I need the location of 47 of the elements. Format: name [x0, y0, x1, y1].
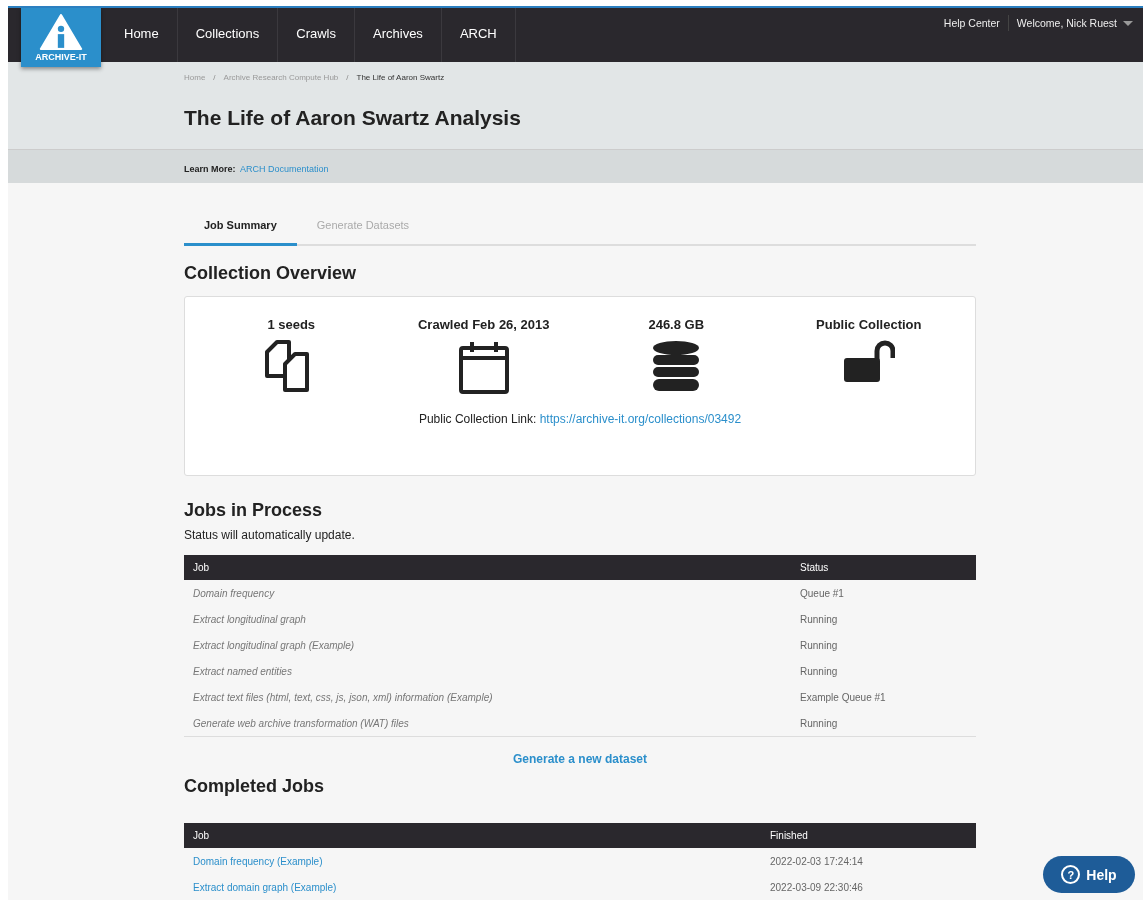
help-icon: ?	[1061, 865, 1081, 884]
table-cell: Generate web archive transformation (WAT) files	[193, 717, 409, 729]
breadcrumb-separator: /	[213, 73, 216, 82]
archive-it-logo[interactable]: ARCHIVE-IT	[21, 8, 101, 67]
table-cell: Extract text files (html, text, css, js, json, xml) information (Example)	[193, 691, 493, 703]
status-note: Status will automatically update.	[184, 528, 356, 542]
caret-icon	[1123, 20, 1133, 26]
column-header: Status	[791, 555, 976, 580]
table-cell: Running	[800, 639, 838, 651]
help-button[interactable]: ? Help	[1043, 856, 1135, 893]
column-header: Finished	[761, 823, 976, 848]
breadcrumb-separator: /	[346, 73, 349, 82]
section-heading: Completed Jobs	[184, 776, 326, 797]
tab[interactable]: Job Summary	[184, 213, 297, 246]
collection-link[interactable]: https://archive-it.org/collections/03492	[539, 412, 742, 426]
user-menu[interactable]: Welcome, Nick Ruest	[1007, 15, 1143, 31]
table-cell: Extract named entities	[193, 665, 292, 677]
table-cell: Running	[800, 717, 838, 729]
job-link[interactable]: Domain frequency (Example)	[193, 855, 323, 867]
table-cell: Queue #1	[800, 587, 844, 599]
table-cell: 2022-03-09 22:30:46	[770, 881, 863, 893]
table-cell: Example Queue #1	[800, 691, 886, 703]
public-link-text: Public Collection Link: https://archive-it.org/collections/03492	[417, 412, 743, 426]
help-center-link[interactable]: Help Center	[935, 15, 1008, 31]
table-cell: 2022-02-03 17:24:14	[770, 855, 863, 867]
table-cell: Running	[800, 665, 838, 677]
logo-icon	[39, 13, 83, 50]
column-header: Job	[184, 823, 761, 848]
stat-label: Public Collection	[816, 317, 922, 332]
column-header: Job	[184, 555, 791, 580]
page-title: The Life of Aaron Swartz Analysis	[184, 106, 522, 130]
table-cell: Domain frequency	[193, 587, 275, 599]
section-heading: Collection Overview	[184, 263, 358, 284]
stat-label: 246.8 GB	[648, 317, 705, 332]
database-icon	[652, 340, 701, 392]
table-cell: Extract longitudinal graph (Example)	[193, 639, 355, 651]
logo-text: ARCHIVE-IT	[35, 51, 87, 62]
breadcrumb-link[interactable]: The Life of Aaron Swartz	[356, 73, 445, 82]
unlocked-padlock-icon	[842, 340, 895, 382]
stat-label: Crawled Feb 26, 2013	[418, 317, 550, 332]
stat-label: 1 seeds	[267, 317, 316, 332]
learn-more-label: Learn More:	[184, 163, 236, 174]
section-heading: Jobs in Process	[184, 500, 324, 521]
calendar-icon	[458, 340, 509, 394]
table-cell: Running	[800, 613, 838, 625]
table-cell: Extract longitudinal graph	[193, 613, 306, 625]
job-link[interactable]: Extract domain graph (Example)	[193, 881, 337, 893]
